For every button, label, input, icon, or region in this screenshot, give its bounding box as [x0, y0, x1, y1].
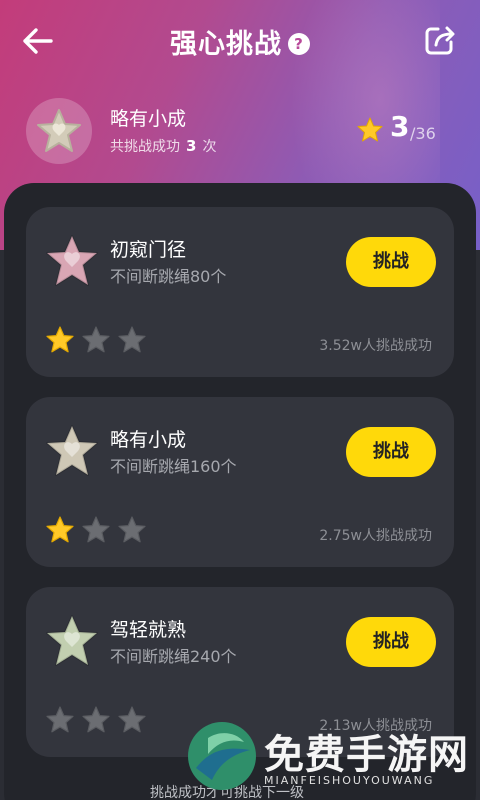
- stars-earned: 3: [390, 110, 410, 143]
- success-count: 2.75w人挑战成功: [319, 528, 432, 544]
- challenge-title: 驾轻就熟: [110, 619, 187, 641]
- star-empty-icon: [44, 706, 80, 739]
- star-rating: [44, 325, 152, 357]
- top-bar: 强心挑战?: [0, 0, 480, 82]
- stars-total: /36: [410, 124, 436, 143]
- total-success-text: 共挑战成功 3 次: [110, 136, 216, 156]
- star-empty-icon: [116, 706, 152, 739]
- star-filled-icon: [44, 516, 80, 549]
- total-success-prefix: 共挑战成功: [110, 139, 180, 155]
- star-empty-icon: [116, 326, 152, 359]
- medal-star-icon: [37, 109, 81, 152]
- watermark-logo-icon: [188, 722, 256, 790]
- challenge-description: 不间断跳绳160个: [110, 457, 237, 476]
- challenge-button[interactable]: 挑战: [346, 427, 436, 477]
- current-level-name: 略有小成: [110, 108, 187, 130]
- level-medal-icon: [44, 233, 100, 293]
- star-summary: 3 /36: [356, 110, 456, 148]
- challenge-card: 略有小成不间断跳绳160个 挑战 2.75w人挑战成功: [26, 397, 454, 567]
- total-success-suffix: 次: [202, 139, 217, 155]
- star-rating: [44, 705, 152, 737]
- star-rating: [44, 515, 152, 547]
- success-count: 3.52w人挑战成功: [319, 338, 432, 354]
- total-success-count: 3: [186, 137, 197, 155]
- level-medal-icon: [44, 613, 100, 673]
- challenge-description: 不间断跳绳240个: [110, 647, 237, 666]
- page-title: 强心挑战?: [0, 22, 480, 61]
- star-empty-icon: [80, 706, 116, 739]
- share-icon: [425, 26, 455, 55]
- challenge-title: 略有小成: [110, 429, 187, 451]
- challenge-button[interactable]: 挑战: [346, 617, 436, 667]
- star-filled-icon: [44, 326, 80, 359]
- challenge-description: 不间断跳绳80个: [110, 267, 227, 286]
- watermark: 免费手游网 MIANFEISHOUYOUWANG: [186, 716, 476, 798]
- watermark-subtext: MIANFEISHOUYOUWANG: [264, 774, 435, 787]
- level-medal-icon: [44, 423, 100, 483]
- share-button[interactable]: [424, 24, 456, 56]
- challenge-button[interactable]: 挑战: [346, 237, 436, 287]
- challenge-title: 初窥门径: [110, 239, 187, 261]
- watermark-text: 免费手游网: [264, 732, 469, 778]
- help-icon[interactable]: ?: [288, 33, 310, 55]
- star-empty-icon: [116, 516, 152, 549]
- page-title-text: 强心挑战: [170, 29, 282, 60]
- challenge-card: 初窥门径不间断跳绳80个 挑战 3.52w人挑战成功: [26, 207, 454, 377]
- star-empty-icon: [80, 326, 116, 359]
- star-icon: [357, 117, 383, 142]
- level-summary: 略有小成 共挑战成功 3 次 3 /36: [0, 96, 480, 166]
- star-empty-icon: [80, 516, 116, 549]
- current-level-medal: [26, 98, 92, 164]
